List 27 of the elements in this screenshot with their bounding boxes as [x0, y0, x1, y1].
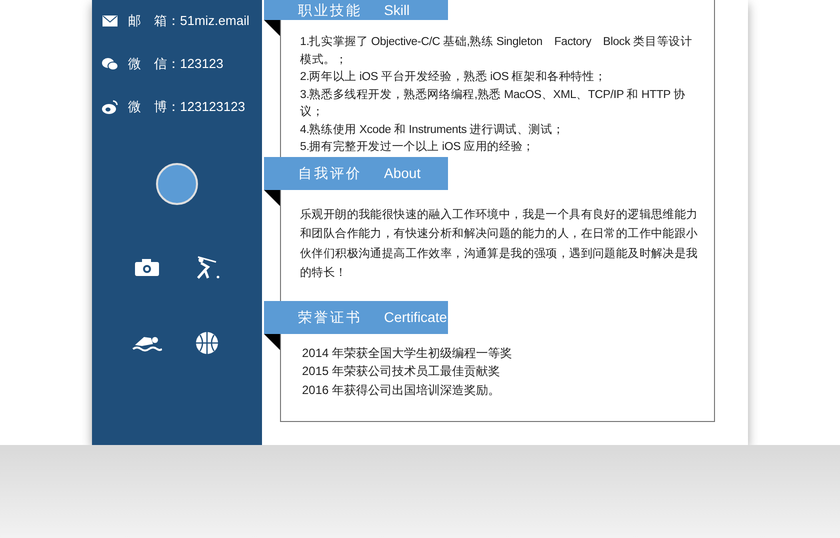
contact-text: 微 信：123123 [128, 55, 224, 74]
about-paragraph: 乐观开朗的我能很快速的融入工作环境中，我是一个具有良好的逻辑思维能力和团队合作能力，有快速分析和解决问题的能力的人，在日常的工作中能跟小伙伴们积极沟通提高工作效率，沟通算是我的强项，遇到问题能及时解决是我的特长！ [300, 207, 699, 281]
heading-subtitle: About [384, 164, 421, 182]
contact-text: 邮 箱：51miz.email [128, 12, 250, 30]
weibo-icon [102, 100, 118, 114]
fold-corner-icon [264, 334, 280, 350]
skill-item: 2.两年以上 iOS 平台开发经验，熟悉 iOS 框架和各种特性； [300, 69, 608, 85]
contact-text: 微 博：123123123 [128, 98, 246, 116]
skill-item: 1.扎实掌握了 Objective-C/C 基础,熟练 Singleton Factory Block 类目等设计模式。； [300, 34, 694, 68]
heading-subtitle: Skill [384, 0, 410, 20]
skill-item: 4.熟练使用 Xcode 和 Instruments 进行调试、测试； [300, 122, 566, 138]
skill-item: 3.熟悉多线程开发，熟悉网络编程,熟悉 MacOS、XML、TCP/IP 和 HTTP 协议； [300, 87, 686, 120]
heading-subtitle: Certificate [384, 308, 448, 326]
award-item: 2014 年荣获全国大学生初级编程一等奖 [302, 344, 514, 362]
heading-title: 荣誉证书 [298, 308, 362, 326]
basketball-icon [196, 332, 218, 354]
batter-icon [194, 255, 220, 279]
chat-bubbles-icon [102, 57, 118, 71]
skill-item: 5.拥有完整开发过一个以上 iOS 应用的经验； [300, 139, 536, 155]
camera-icon [135, 258, 159, 276]
award-item: 2016 年获得公司出国培训深造奖励。 [302, 382, 502, 398]
heading-title: 职业技能 [298, 0, 362, 20]
heading-title: 自我评价 [298, 164, 362, 182]
fold-corner-icon [264, 190, 280, 206]
envelope-icon [102, 15, 118, 27]
fold-corner-icon [264, 20, 280, 36]
award-item: 2015 年荣获公司技术员工最佳贡献奖 [302, 363, 502, 380]
